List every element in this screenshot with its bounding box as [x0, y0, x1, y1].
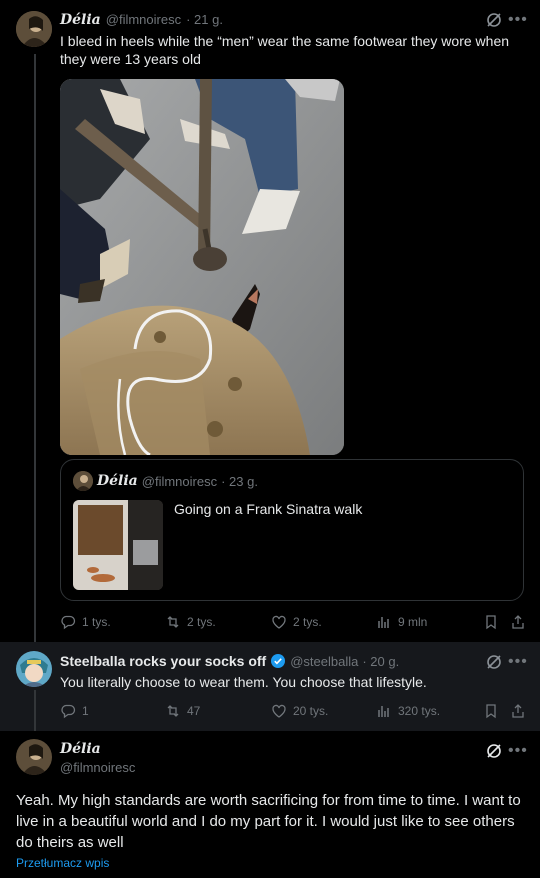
handle[interactable]: @filmnoiresc [106, 12, 181, 27]
retweet-count: 47 [187, 704, 201, 718]
tweet-text: I bleed in heels while the “men” wear th… [60, 33, 510, 67]
avatar[interactable] [16, 651, 52, 687]
handle[interactable]: @filmnoiresc [60, 760, 135, 775]
like-count: 20 tys. [293, 704, 329, 718]
views-count: 320 tys. [398, 704, 441, 718]
tweet-text: You literally choose to wear them. You c… [60, 674, 427, 690]
thread-line [34, 54, 36, 644]
views-button[interactable]: 320 tys. [376, 703, 440, 719]
bookmark-icon[interactable] [483, 614, 499, 633]
quoted-thumbnail [73, 500, 163, 590]
like-button[interactable]: 20 tys. [271, 703, 328, 719]
quoted-avatar [73, 471, 93, 491]
quoted-tweet[interactable]: Délia @filmnoiresc · 23 g. Going on a Fr… [60, 459, 524, 601]
more-options-icon[interactable]: ••• [508, 653, 528, 671]
views-button[interactable]: 9 mln [376, 614, 427, 630]
like-button[interactable]: 2 tys. [271, 614, 322, 630]
avatar[interactable] [16, 11, 52, 47]
timestamp[interactable]: · 20 g. [362, 654, 399, 669]
verified-badge-icon [270, 653, 286, 669]
reply-count: 1 tys. [82, 615, 111, 629]
reply-icon [61, 615, 76, 630]
handle[interactable]: @steelballa [290, 654, 358, 669]
tweet-photo[interactable] [60, 79, 344, 455]
display-name[interactable]: Délia [60, 741, 101, 757]
quoted-timestamp: · 23 g. [221, 473, 258, 489]
reply-button[interactable]: 1 tys. [60, 614, 111, 630]
reply-count: 1 [82, 704, 89, 718]
quoted-handle: @filmnoiresc [141, 473, 218, 489]
reply-icon [61, 704, 76, 719]
like-count: 2 tys. [293, 615, 322, 629]
retweet-button[interactable]: 47 [165, 703, 200, 719]
timestamp[interactable]: · 21 g. [186, 12, 223, 27]
bookmark-icon[interactable] [483, 703, 499, 722]
tweet-2[interactable]: Steelballa rocks your socks off @steelba… [0, 642, 540, 731]
avatar[interactable] [16, 739, 52, 775]
share-icon[interactable] [510, 614, 526, 633]
tweet-3[interactable]: Délia @filmnoiresc ••• Yeah. My high sta… [0, 731, 540, 878]
retweet-icon [167, 616, 179, 628]
retweet-count: 2 tys. [187, 615, 216, 629]
views-icon [378, 617, 389, 628]
quoted-display-name: Délia [97, 473, 138, 489]
display-name[interactable]: Délia [60, 12, 101, 28]
retweet-button[interactable]: 2 tys. [165, 614, 216, 630]
views-count: 9 mln [398, 615, 428, 629]
translate-link[interactable]: Przetłumacz wpis [16, 856, 109, 870]
reply-button[interactable]: 1 [60, 703, 89, 719]
retweet-icon [167, 705, 179, 717]
more-options-icon[interactable]: ••• [508, 11, 528, 29]
more-options-icon[interactable]: ••• [508, 742, 528, 760]
grok-icon[interactable] [485, 653, 503, 674]
tweet-text: Yeah. My high standards are worth sacrif… [16, 792, 521, 851]
grok-icon[interactable] [485, 742, 503, 763]
heart-icon [272, 615, 286, 629]
grok-icon[interactable] [485, 11, 503, 32]
views-icon [378, 706, 389, 717]
thread-line [34, 690, 36, 731]
quoted-text: Going on a Frank Sinatra walk [174, 501, 363, 517]
heart-icon [272, 704, 286, 718]
display-name[interactable]: Steelballa rocks your socks off [60, 653, 266, 669]
share-icon[interactable] [510, 703, 526, 722]
